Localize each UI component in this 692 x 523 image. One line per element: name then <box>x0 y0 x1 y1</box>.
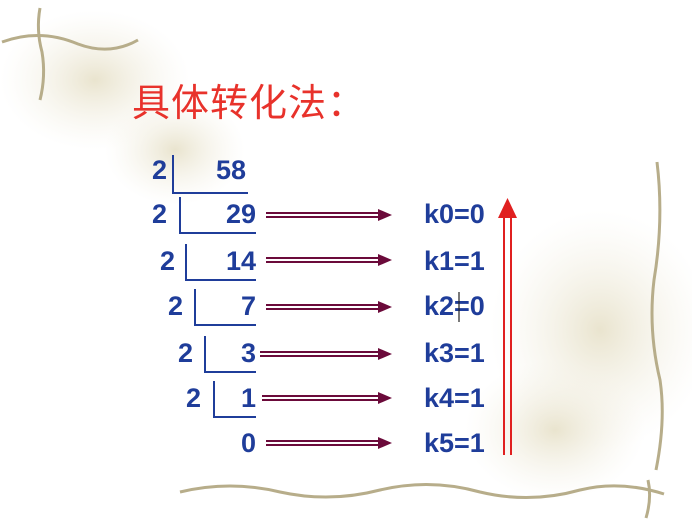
arrow-4 <box>262 392 392 404</box>
arrow-0 <box>266 209 392 221</box>
arrow-5 <box>266 437 392 449</box>
diagram-lines <box>172 155 517 455</box>
division-brackets <box>172 155 256 418</box>
bracket-0 <box>172 155 248 194</box>
bracket-4 <box>204 336 256 373</box>
bracket-2 <box>185 244 256 281</box>
remainder-arrows <box>260 209 392 449</box>
bracket-5 <box>213 381 256 418</box>
bracket-3 <box>194 289 256 326</box>
up-arrow <box>498 198 517 455</box>
bracket-1 <box>179 197 256 234</box>
arrow-3 <box>260 348 392 360</box>
arrow-2 <box>266 301 392 313</box>
arrow-1 <box>266 254 392 266</box>
